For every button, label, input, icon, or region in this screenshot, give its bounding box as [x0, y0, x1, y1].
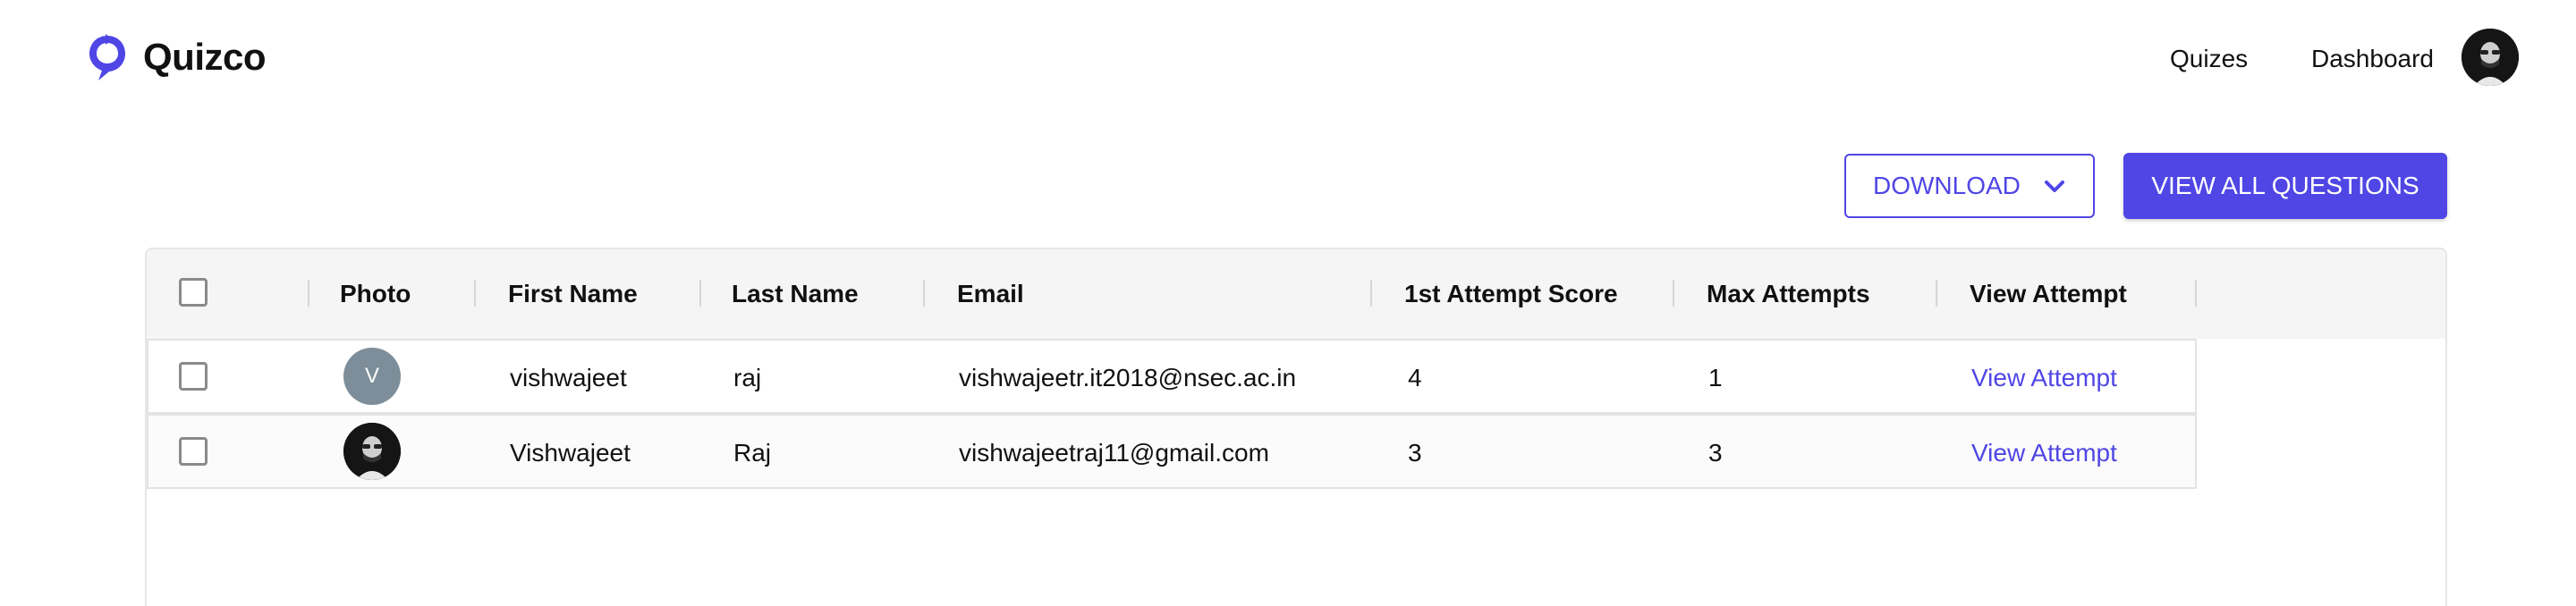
cell-max-attempts: 3	[1708, 439, 1723, 467]
download-button-label: DOWNLOAD	[1873, 172, 2021, 199]
row-select-checkbox[interactable]	[179, 362, 208, 391]
row-select-checkbox[interactable]	[179, 437, 208, 466]
avatar	[343, 423, 401, 480]
column-header-photo[interactable]: Photo	[340, 280, 411, 308]
user-avatar[interactable]	[2462, 29, 2519, 86]
user-portrait-icon	[343, 423, 401, 480]
column-header-last-name[interactable]: Last Name	[732, 280, 859, 308]
column-separator[interactable]	[923, 280, 925, 307]
top-header: Quizco Quizes Dashboard	[0, 0, 2576, 116]
view-all-questions-button[interactable]: VIEW ALL QUESTIONS	[2123, 153, 2447, 219]
nav-link-dashboard[interactable]: Dashboard	[2311, 45, 2434, 73]
download-button[interactable]: DOWNLOAD	[1844, 154, 2095, 218]
avatar: V	[343, 348, 401, 405]
table-row[interactable]: Vishwajeet Raj vishwajeetraj11@gmail.com…	[147, 414, 2197, 489]
cell-first-name: vishwajeet	[510, 364, 627, 391]
column-header-view-attempt[interactable]: View Attempt	[1970, 280, 2127, 308]
chevron-down-icon	[2045, 181, 2064, 192]
column-separator[interactable]	[308, 280, 309, 307]
cell-email: vishwajeetr.it2018@nsec.ac.in	[959, 364, 1297, 391]
column-separator[interactable]	[474, 280, 476, 307]
cell-max-attempts: 1	[1708, 364, 1723, 391]
table-header: Photo First Name Last Name Email 1st Att…	[147, 249, 2445, 339]
column-separator[interactable]	[1673, 280, 1674, 307]
column-header-max-attempts[interactable]: Max Attempts	[1707, 280, 1870, 308]
attempts-table: Photo First Name Last Name Email 1st Att…	[145, 248, 2447, 606]
cell-first-attempt-score: 3	[1408, 439, 1422, 467]
nav-link-quizes[interactable]: Quizes	[2170, 45, 2248, 73]
column-separator[interactable]	[699, 280, 701, 307]
view-all-questions-label: VIEW ALL QUESTIONS	[2151, 172, 2419, 199]
view-attempt-link[interactable]: View Attempt	[1971, 364, 2117, 392]
column-header-email[interactable]: Email	[957, 280, 1024, 308]
column-header-first-attempt-score[interactable]: 1st Attempt Score	[1404, 280, 1618, 308]
brand-name[interactable]: Quizco	[143, 36, 267, 79]
column-separator[interactable]	[1370, 280, 1372, 307]
table-row[interactable]: V vishwajeet raj vishwajeetr.it2018@nsec…	[147, 339, 2197, 414]
cell-first-attempt-score: 4	[1408, 364, 1422, 391]
view-attempt-link[interactable]: View Attempt	[1971, 439, 2117, 467]
cell-email: vishwajeetraj11@gmail.com	[959, 439, 1269, 467]
column-header-first-name[interactable]: First Name	[508, 280, 638, 308]
cell-first-name: Vishwajeet	[510, 439, 631, 467]
cell-last-name: Raj	[733, 439, 772, 467]
cell-last-name: raj	[733, 364, 762, 391]
select-all-checkbox[interactable]	[179, 278, 208, 307]
avatar-initial: V	[364, 364, 379, 388]
column-separator[interactable]	[2195, 280, 2197, 307]
column-separator[interactable]	[1936, 280, 1937, 307]
user-portrait-icon	[2462, 29, 2519, 86]
quizco-logo-icon[interactable]	[86, 32, 129, 84]
